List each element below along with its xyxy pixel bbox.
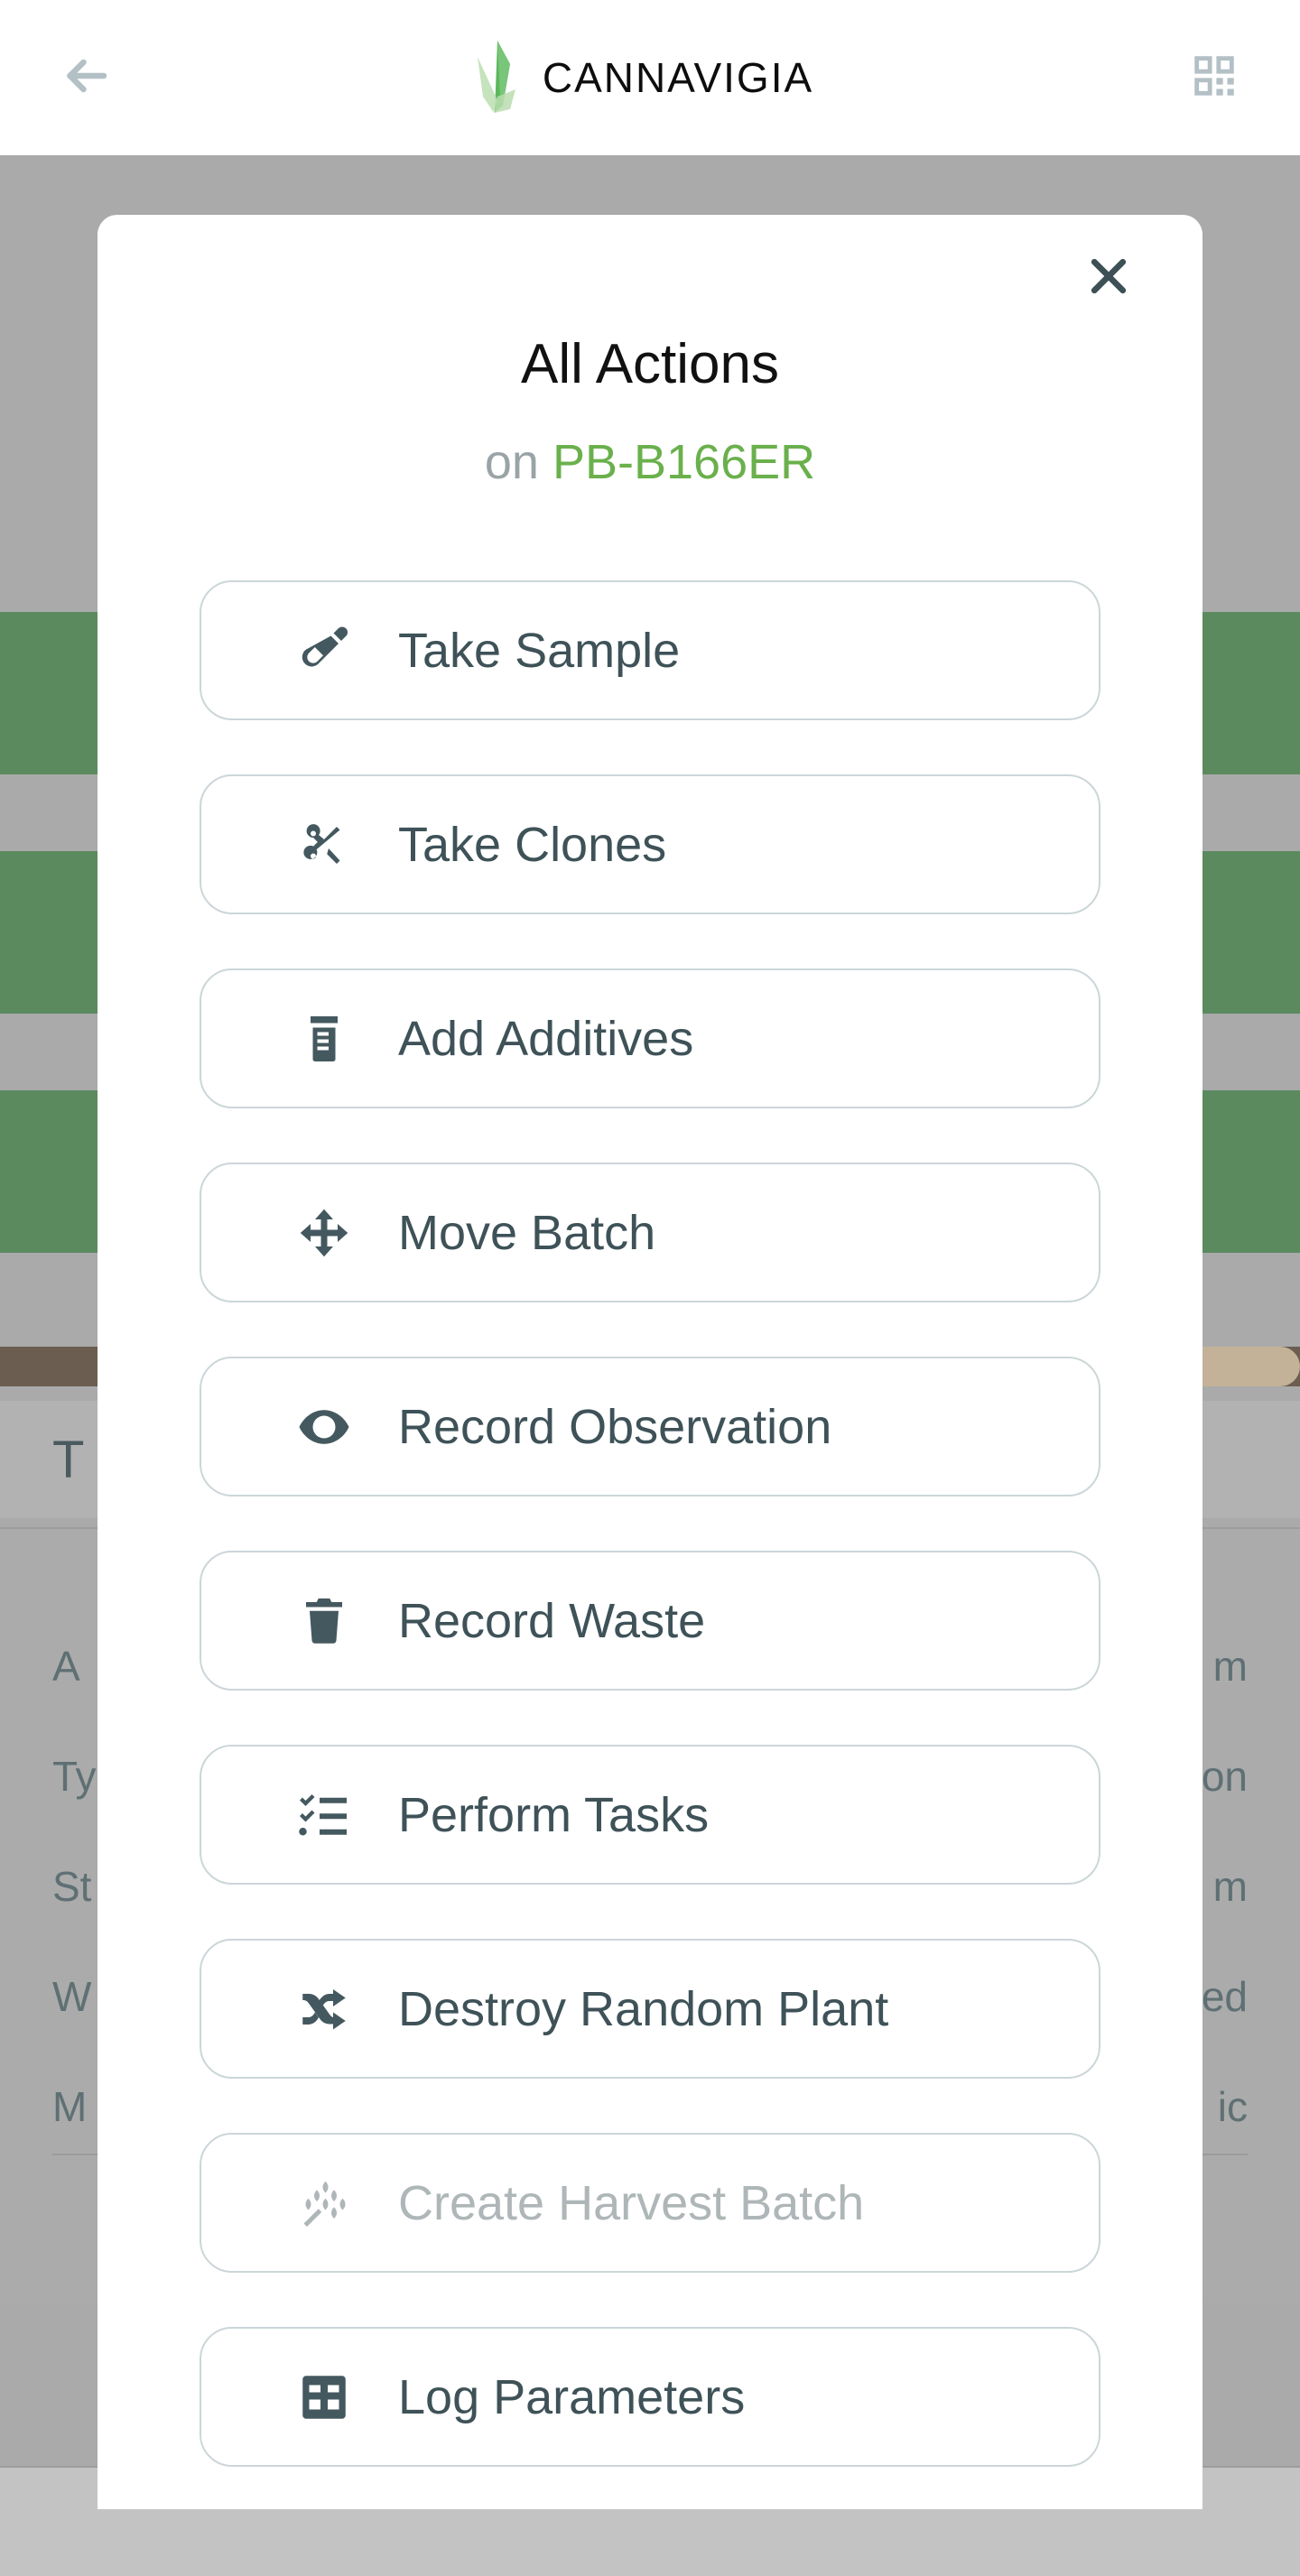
modal-close-button[interactable] bbox=[1074, 244, 1143, 312]
action-label: Take Clones bbox=[398, 817, 667, 872]
background-row-label: W bbox=[52, 1973, 92, 2020]
action-label: Add Additives bbox=[398, 1011, 694, 1066]
background-title-text: T bbox=[52, 1430, 85, 1489]
action-log-parameters[interactable]: Log Parameters bbox=[200, 2327, 1100, 2467]
progress-segment-b bbox=[1196, 1347, 1300, 1386]
modal-subject-code: PB-B166ER bbox=[552, 435, 816, 489]
close-icon bbox=[1084, 252, 1133, 305]
background-row-label: St bbox=[52, 1863, 92, 1910]
modal-title: All Actions bbox=[520, 333, 780, 395]
grid-table-icon bbox=[292, 2365, 357, 2430]
cannavigia-leaf-icon bbox=[470, 41, 526, 115]
scissors-icon bbox=[292, 812, 357, 877]
action-destroy-random-plant[interactable]: Destroy Random Plant bbox=[200, 1939, 1100, 2079]
action-label: Record Observation bbox=[398, 1399, 832, 1454]
shuffle-icon bbox=[292, 1977, 357, 2042]
action-label: Destroy Random Plant bbox=[398, 1981, 889, 2036]
background-row-value: m bbox=[1212, 1643, 1248, 1690]
action-label: Record Waste bbox=[398, 1593, 706, 1648]
background-row-label: Ty bbox=[52, 1753, 97, 1800]
wheat-icon bbox=[292, 2171, 357, 2236]
app-logo-text: CANNAVIGIA bbox=[542, 54, 814, 101]
modal-subject-prefix: on bbox=[484, 435, 539, 489]
action-take-sample[interactable]: Take Sample bbox=[200, 580, 1100, 720]
qr-code-scan-icon bbox=[1188, 50, 1240, 107]
action-label: Move Batch bbox=[398, 1205, 656, 1260]
action-list: Take Sample Take Clones Add Additives Mo… bbox=[98, 580, 1202, 2467]
modal-subject: on PB-B166ER bbox=[98, 434, 1202, 490]
checklist-icon bbox=[292, 1783, 357, 1848]
background-row-value: ic bbox=[1217, 2083, 1248, 2130]
background-row-value: m bbox=[1212, 1863, 1248, 1910]
trash-icon bbox=[292, 1589, 357, 1654]
app-logo: CANNAVIGIA bbox=[470, 41, 813, 115]
action-record-observation[interactable]: Record Observation bbox=[200, 1357, 1100, 1496]
qr-scan-button[interactable] bbox=[1175, 39, 1253, 116]
background-row-label: M bbox=[52, 2083, 88, 2130]
action-record-waste[interactable]: Record Waste bbox=[200, 1551, 1100, 1691]
action-take-clones[interactable]: Take Clones bbox=[200, 774, 1100, 914]
action-perform-tasks[interactable]: Perform Tasks bbox=[200, 1745, 1100, 1885]
background-row-value: ed bbox=[1201, 1973, 1248, 2020]
app-header: CANNAVIGIA bbox=[0, 0, 1300, 155]
eye-icon bbox=[292, 1395, 357, 1459]
all-actions-modal: All Actions on PB-B166ER Take Sample Tak… bbox=[98, 215, 1202, 2509]
action-add-additives[interactable]: Add Additives bbox=[200, 968, 1100, 1108]
action-label: Take Sample bbox=[398, 623, 681, 678]
back-button[interactable] bbox=[47, 39, 125, 116]
action-move-batch[interactable]: Move Batch bbox=[200, 1163, 1100, 1302]
arrow-left-icon bbox=[59, 49, 113, 107]
pill-bottle-icon bbox=[292, 1006, 357, 1071]
background-row-value: on bbox=[1201, 1753, 1248, 1800]
action-create-harvest-batch: Create Harvest Batch bbox=[200, 2133, 1100, 2273]
action-label: Create Harvest Batch bbox=[398, 2175, 865, 2230]
test-tube-icon bbox=[292, 618, 357, 683]
move-arrows-icon bbox=[292, 1200, 357, 1265]
background-row-label: A bbox=[52, 1643, 80, 1690]
action-label: Log Parameters bbox=[398, 2369, 746, 2424]
app-screen: T A m Ty on St m W ed M ic CANNAVIGIA Al… bbox=[0, 0, 1300, 2576]
action-label: Perform Tasks bbox=[398, 1787, 710, 1842]
